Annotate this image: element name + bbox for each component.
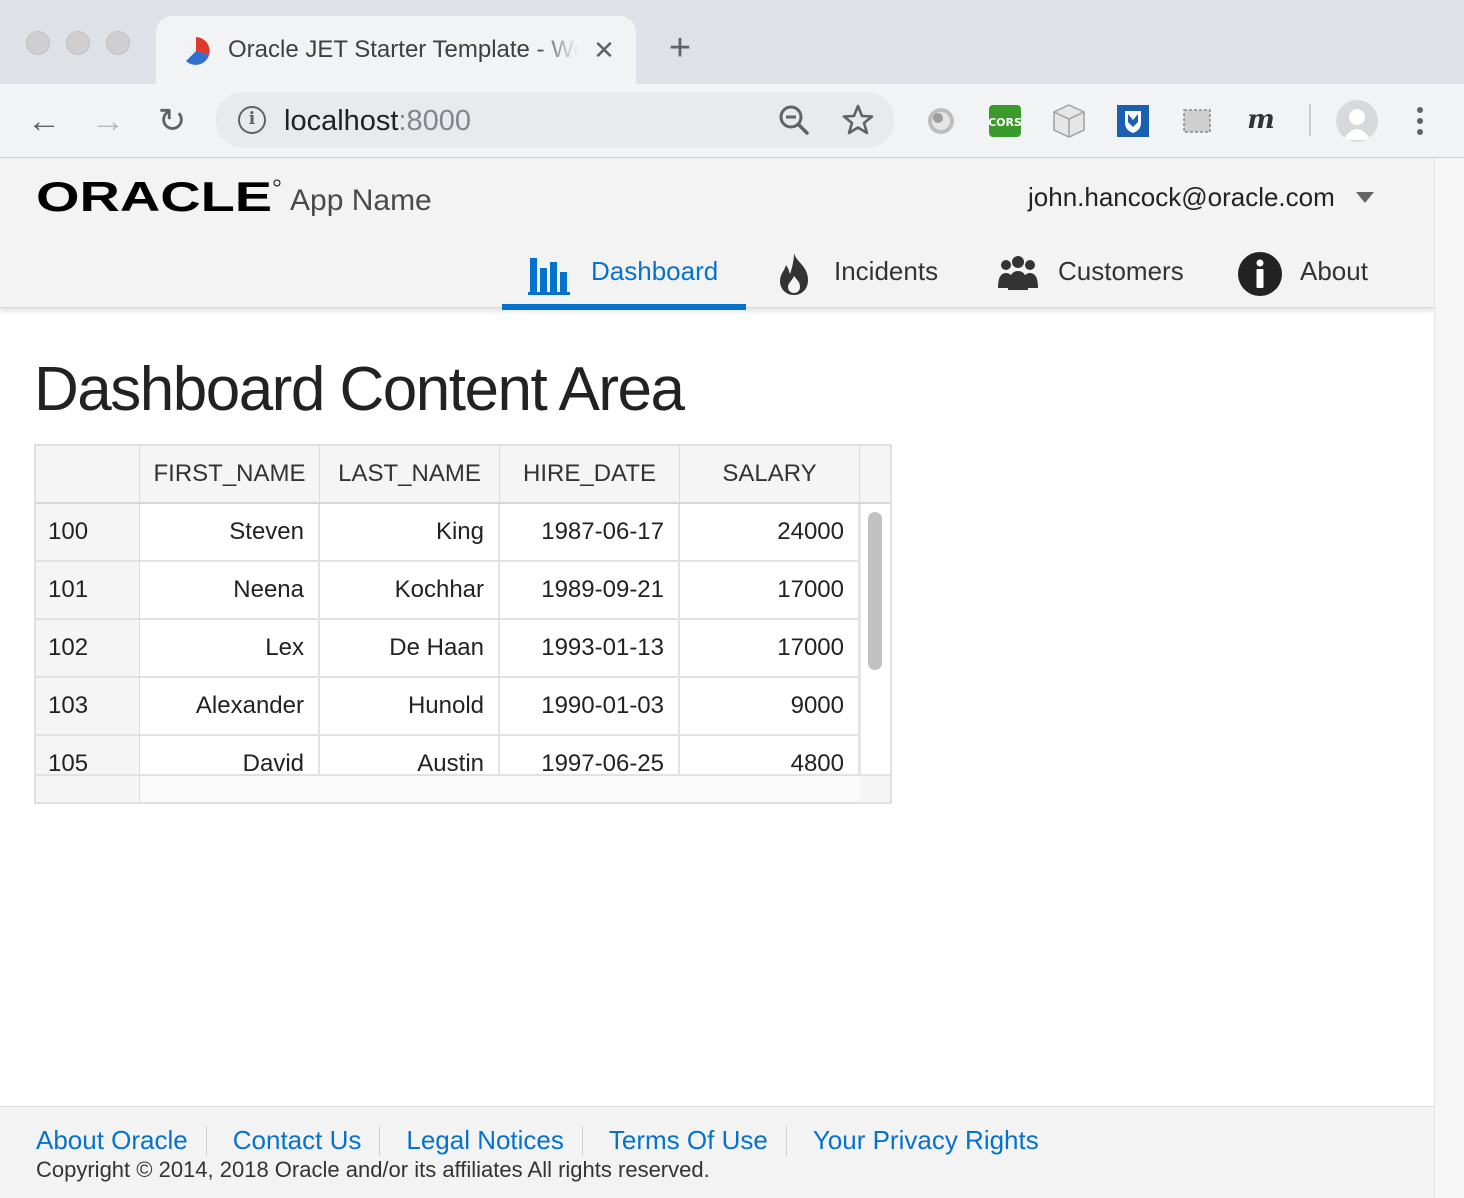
cell-last-name[interactable]: Hunold — [320, 678, 500, 736]
footer-link-about-oracle[interactable]: About Oracle — [36, 1125, 188, 1156]
address-bar-url[interactable]: localhost:8000 — [284, 105, 471, 138]
chevron-down-icon[interactable] — [1356, 192, 1374, 203]
zoom-out-icon[interactable] — [776, 102, 812, 138]
footer-link-legal-notices[interactable]: Legal Notices — [406, 1125, 564, 1156]
app-footer: About Oracle Contact Us Legal Notices Te… — [0, 1106, 1434, 1198]
cell-first-name[interactable]: Neena — [140, 562, 320, 620]
cell-last-name[interactable]: De Haan — [320, 620, 500, 678]
page-title: Dashboard Content Area — [34, 355, 685, 424]
browser-menu-icon[interactable] — [1402, 101, 1438, 141]
svg-text:CORS: CORS — [988, 116, 1022, 129]
row-header[interactable]: 101 — [36, 562, 140, 620]
footer-link-terms-of-use[interactable]: Terms Of Use — [609, 1125, 768, 1156]
grid-horizontal-scrollbar[interactable] — [36, 774, 890, 802]
back-arrow-icon[interactable]: ← — [24, 101, 64, 141]
nav-tab-about[interactable]: About — [1236, 244, 1386, 306]
site-info-icon[interactable]: i — [238, 106, 266, 134]
address-bar[interactable]: i localhost:8000 — [216, 92, 894, 148]
cell-first-name[interactable]: Lex — [140, 620, 320, 678]
row-header[interactable]: 100 — [36, 504, 140, 562]
cell-salary[interactable]: 17000 — [680, 620, 860, 678]
svg-text:m: m — [1247, 105, 1275, 135]
active-tab-indicator — [502, 304, 746, 310]
nav-tab-dashboard[interactable]: Dashboard — [502, 244, 746, 310]
nav-tab-incidents[interactable]: Incidents — [770, 244, 950, 306]
window-close-button[interactable] — [26, 31, 50, 55]
column-header-hire-date[interactable]: HIRE_DATE — [500, 446, 680, 504]
nav-label-dashboard: Dashboard — [591, 256, 719, 286]
footer-separator — [785, 1125, 787, 1156]
row-header[interactable]: 103 — [36, 678, 140, 736]
app-header: ORACLE App Name john.hancock@oracle.com … — [0, 158, 1434, 310]
browser-toolbar: ← → ↻ i localhost:8000 CORS m — [0, 84, 1464, 158]
reload-icon[interactable]: ↻ — [152, 101, 192, 141]
info-icon — [1238, 252, 1282, 296]
cell-salary[interactable]: 24000 — [680, 504, 860, 562]
footer-link-privacy-rights[interactable]: Your Privacy Rights — [813, 1125, 1039, 1156]
m-extension-icon[interactable]: m — [1242, 102, 1280, 140]
footer-separator — [205, 1125, 207, 1156]
cell-hire-date[interactable]: 1989-09-21 — [500, 562, 680, 620]
window-zoom-button[interactable] — [106, 31, 130, 55]
tab-close-icon[interactable]: ✕ — [590, 36, 618, 64]
browser-tab-strip: Oracle JET Starter Template - Web Nav Ba… — [0, 0, 1464, 84]
column-header-salary[interactable]: SALARY — [680, 446, 860, 504]
cors-extension-icon[interactable]: CORS — [986, 102, 1024, 140]
bar-chart-icon — [528, 258, 570, 295]
cube-extension-icon[interactable] — [1050, 102, 1088, 140]
svg-text:ORACLE: ORACLE — [36, 178, 272, 216]
cell-salary[interactable]: 17000 — [680, 562, 860, 620]
cell-last-name[interactable]: Kochhar — [320, 562, 500, 620]
row-header[interactable]: 102 — [36, 620, 140, 678]
column-header-first-name[interactable]: FIRST_NAME — [140, 446, 320, 504]
table-row[interactable]: 103 Alexander Hunold 1990-01-03 9000 — [36, 678, 860, 736]
browser-tab-title: Oracle JET Starter Template - Web Nav Ba… — [228, 36, 578, 63]
bookmark-star-icon[interactable] — [840, 102, 876, 138]
grid-bottom-corner — [36, 776, 140, 802]
nav-label-incidents: Incidents — [834, 256, 939, 286]
grid-scroll-thumb[interactable] — [868, 512, 882, 670]
fire-icon — [780, 253, 808, 295]
grid-vertical-scrollbar[interactable] — [860, 504, 890, 774]
grid-header-filler — [860, 446, 890, 504]
new-tab-button[interactable]: + — [662, 29, 698, 67]
cell-hire-date[interactable]: 1987-06-17 — [500, 504, 680, 562]
browser-tab-active[interactable]: Oracle JET Starter Template - Web Nav Ba… — [156, 16, 636, 84]
copyright-text: Copyright © 2014, 2018 Oracle and/or its… — [36, 1157, 710, 1182]
cell-first-name[interactable]: Alexander — [140, 678, 320, 736]
cell-salary[interactable]: 9000 — [680, 678, 860, 736]
oracle-jet-favicon-icon — [181, 36, 210, 65]
footer-link-contact-us[interactable]: Contact Us — [233, 1125, 362, 1156]
nav-tab-customers[interactable]: Customers — [992, 244, 1192, 306]
cell-last-name[interactable]: King — [320, 504, 500, 562]
nav-label-about: About — [1300, 256, 1368, 286]
table-row[interactable]: 101 Neena Kochhar 1989-09-21 17000 — [36, 562, 860, 620]
shield-extension-icon[interactable] — [1114, 102, 1152, 140]
cell-first-name[interactable]: Steven — [140, 504, 320, 562]
table-row[interactable]: 100 Steven King 1987-06-17 24000 — [36, 504, 860, 562]
table-row[interactable]: 102 Lex De Haan 1993-01-13 17000 — [36, 620, 860, 678]
footer-links: About Oracle Contact Us Legal Notices Te… — [36, 1125, 1039, 1156]
page-vertical-scrollbar[interactable] — [1434, 158, 1464, 1198]
employee-data-grid[interactable]: FIRST_NAME LAST_NAME HIRE_DATE SALARY 10… — [34, 444, 892, 804]
page-viewport: ORACLE App Name john.hancock@oracle.com … — [0, 158, 1464, 1198]
oracle-logo[interactable]: ORACLE — [36, 178, 282, 216]
user-menu-button[interactable]: john.hancock@oracle.com — [1028, 182, 1335, 213]
toolbar-divider — [1309, 104, 1311, 136]
footer-separator — [581, 1125, 583, 1156]
grid-corner — [36, 446, 140, 504]
cell-hire-date[interactable]: 1990-01-03 — [500, 678, 680, 736]
people-icon — [998, 256, 1038, 290]
forward-arrow-icon[interactable]: → — [88, 101, 128, 141]
window-minimize-button[interactable] — [66, 31, 90, 55]
nav-label-customers: Customers — [1058, 256, 1184, 286]
grey-orb-extension-icon[interactable] — [922, 102, 960, 140]
column-header-last-name[interactable]: LAST_NAME — [320, 446, 500, 504]
screenshot-extension-icon[interactable] — [1178, 102, 1216, 140]
footer-separator — [379, 1125, 381, 1156]
profile-avatar-icon[interactable] — [1336, 100, 1378, 142]
app-name: App Name — [290, 184, 432, 217]
grid-bottom-right-corner — [860, 776, 890, 802]
cell-hire-date[interactable]: 1993-01-13 — [500, 620, 680, 678]
